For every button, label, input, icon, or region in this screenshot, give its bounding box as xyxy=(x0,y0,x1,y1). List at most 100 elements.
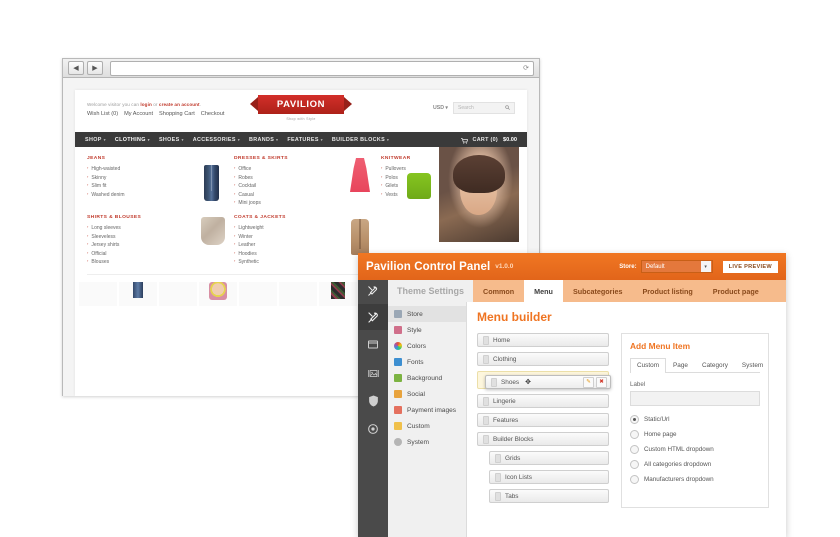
tab-common[interactable]: Common xyxy=(473,280,524,302)
mega-item[interactable]: › Long sleeves xyxy=(87,224,192,233)
mega-item[interactable]: › High-waisted xyxy=(87,165,192,174)
drag-handle-icon[interactable] xyxy=(483,434,489,444)
sidebar-item-background[interactable]: Background xyxy=(388,370,466,386)
sidebar-item-social[interactable]: Social xyxy=(388,386,466,402)
drag-handle-icon[interactable] xyxy=(495,472,501,482)
menu-item-clothing[interactable]: Clothing xyxy=(477,352,609,366)
mega-item[interactable]: › Skinny xyxy=(87,174,192,183)
nav-item-clothing[interactable]: CLOTHING ▾ xyxy=(115,137,150,143)
mega-item[interactable]: › Hoodies xyxy=(234,250,339,259)
sidebar-item-fonts[interactable]: Fonts xyxy=(388,354,466,370)
login-link[interactable]: login xyxy=(140,102,151,107)
product-thumb[interactable] xyxy=(199,281,237,306)
sidebar-item-system[interactable]: System xyxy=(388,434,466,450)
settings-icon[interactable] xyxy=(358,416,388,442)
sidebar-item-style[interactable]: Style xyxy=(388,322,466,338)
store-select[interactable]: Default ▾ xyxy=(640,260,713,273)
sidebar-item-colors[interactable]: Colors xyxy=(388,338,466,354)
nav-item-brands[interactable]: BRANDS ▾ xyxy=(249,137,278,143)
nav-item-shoes[interactable]: SHOES ▾ xyxy=(159,137,184,143)
sidebar-item-custom[interactable]: Custom xyxy=(388,418,466,434)
menu-item-lingerie[interactable]: Lingerie xyxy=(477,394,609,408)
label-input[interactable] xyxy=(630,391,760,406)
reload-icon[interactable]: ⟳ xyxy=(523,64,529,72)
nav-item-builder-blocks[interactable]: BUILDER BLOCKS ▾ xyxy=(332,137,389,143)
product-thumb[interactable] xyxy=(279,281,317,306)
drag-handle-icon[interactable] xyxy=(491,377,497,387)
mega-item[interactable]: › Cocktail xyxy=(234,182,339,191)
forward-icon[interactable]: ▶ xyxy=(87,61,103,75)
drag-handle-icon[interactable] xyxy=(495,453,501,463)
mega-item[interactable]: › Jersey shirts xyxy=(87,241,192,250)
radio-static-url[interactable]: Static/Url xyxy=(630,415,760,424)
mega-item[interactable]: › Blouses xyxy=(87,258,192,267)
product-thumb[interactable] xyxy=(79,281,117,306)
mega-item[interactable]: › Slim fit xyxy=(87,182,192,191)
drag-handle-icon[interactable] xyxy=(483,335,489,345)
delete-icon[interactable]: ✖ xyxy=(596,376,607,388)
mega-item[interactable]: › Office xyxy=(234,165,339,174)
menu-item-builder-blocks[interactable]: Builder Blocks xyxy=(477,432,609,446)
checkout-link[interactable]: Checkout xyxy=(201,111,225,117)
mega-item[interactable]: › Lightweight xyxy=(234,224,339,233)
tools-icon[interactable] xyxy=(358,304,388,330)
shopping-cart-link[interactable]: Shopping Cart xyxy=(159,111,195,117)
menu-item-home[interactable]: Home xyxy=(477,333,609,347)
mega-item[interactable]: › Sleeveless xyxy=(87,233,192,242)
wishlist-link[interactable]: Wish List (0) xyxy=(87,111,118,117)
live-preview-button[interactable]: LIVE PREVIEW xyxy=(722,260,778,273)
sidebar-item-store[interactable]: Store xyxy=(388,306,466,322)
product-thumb[interactable] xyxy=(159,281,197,306)
radio-icon[interactable] xyxy=(630,445,639,454)
create-account-link[interactable]: create an account xyxy=(159,102,200,107)
nav-item-accessories[interactable]: ACCESSORIES ▾ xyxy=(193,137,240,143)
radio-icon[interactable] xyxy=(630,460,639,469)
tab-product-page[interactable]: Product page xyxy=(703,280,769,302)
tab-category[interactable]: Category xyxy=(695,358,735,372)
drag-handle-icon[interactable] xyxy=(495,491,501,501)
radio-icon[interactable] xyxy=(630,415,639,424)
radio-icon[interactable] xyxy=(630,430,639,439)
my-account-link[interactable]: My Account xyxy=(124,111,153,117)
drag-handle-icon[interactable] xyxy=(483,415,489,425)
tab-menu[interactable]: Menu xyxy=(524,280,563,302)
nav-item-features[interactable]: FEATURES ▾ xyxy=(287,137,323,143)
nav-item-shop[interactable]: SHOP ▾ xyxy=(85,137,106,143)
mega-item[interactable]: › Leather xyxy=(234,241,339,250)
currency-selector[interactable]: USD ▾ xyxy=(433,105,448,111)
mega-item[interactable]: › Robes xyxy=(234,174,339,183)
search-icon[interactable] xyxy=(505,104,510,112)
mega-item[interactable]: › Washed denim xyxy=(87,191,192,200)
shield-icon[interactable] xyxy=(358,388,388,414)
tab-system[interactable]: System xyxy=(735,358,770,372)
tab-product-listing[interactable]: Product listing xyxy=(632,280,702,302)
product-thumb[interactable] xyxy=(319,281,357,306)
mega-item[interactable]: › Winter xyxy=(234,233,339,242)
edit-icon[interactable]: ✎ xyxy=(583,376,594,388)
address-bar[interactable]: ⟳ xyxy=(110,60,534,76)
mega-item[interactable]: › Official xyxy=(87,250,192,259)
tab-custom[interactable]: Custom xyxy=(630,358,667,373)
drag-handle-icon[interactable] xyxy=(483,354,489,364)
menu-item-shoes[interactable]: Shoes ✥ ✎ ✖ xyxy=(485,375,611,389)
radio-custom-html-dropdown[interactable]: Custom HTML dropdown xyxy=(630,445,760,454)
window-icon[interactable] xyxy=(358,332,388,358)
radio-all-categories-dropdown[interactable]: All categories dropdown xyxy=(630,460,760,469)
radio-home-page[interactable]: Home page xyxy=(630,430,760,439)
search-input[interactable]: Search xyxy=(453,102,515,114)
radio-manufacturers-dropdown[interactable]: Manufacturers dropdown xyxy=(630,475,760,484)
radio-icon[interactable] xyxy=(630,475,639,484)
site-logo[interactable]: PAVILION Shop with Style xyxy=(250,95,352,121)
product-thumb[interactable] xyxy=(119,281,157,306)
drag-handle-icon[interactable] xyxy=(483,396,489,406)
chevron-down-icon[interactable]: ▾ xyxy=(700,261,711,272)
mega-item[interactable]: › Casual xyxy=(234,191,339,200)
menu-item-features[interactable]: Features xyxy=(477,413,609,427)
product-thumb[interactable] xyxy=(239,281,277,306)
tab-subcategories[interactable]: Subcategories xyxy=(563,280,633,302)
back-icon[interactable]: ◀ xyxy=(68,61,84,75)
cart-widget[interactable]: CART (0) $0.00 xyxy=(460,131,517,149)
mega-item[interactable]: › Mini joops xyxy=(234,199,339,208)
menu-item-icon-lists[interactable]: Icon Lists xyxy=(489,470,609,484)
mega-item[interactable]: › Synthetic xyxy=(234,258,339,267)
